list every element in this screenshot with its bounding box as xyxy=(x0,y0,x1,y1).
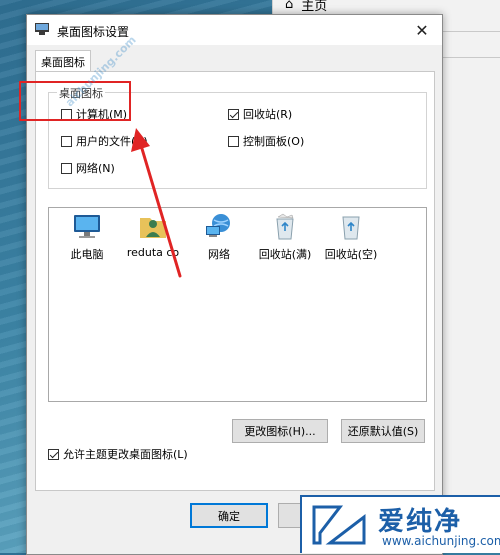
icon-item-network[interactable]: 网络 xyxy=(183,210,255,262)
change-icon-button[interactable]: 更改图标(H)... xyxy=(232,419,328,443)
checkbox-box[interactable] xyxy=(61,135,72,147)
recycle-bin-checkbox[interactable]: 回收站(R) xyxy=(228,106,292,122)
close-button[interactable]: ✕ xyxy=(402,15,442,45)
brand-name: 爱纯净 xyxy=(378,507,463,537)
restore-default-button[interactable]: 还原默认值(S) xyxy=(341,419,425,443)
brand-url: www.aichunjing.com xyxy=(382,534,500,548)
computer-icon xyxy=(74,215,100,238)
tab-desktop-icons[interactable]: 桌面图标 xyxy=(35,50,91,72)
tab-panel: 桌面图标 计算机(M) 回收站(R) 用户的文件(U) 控制面板(O) 网络(N… xyxy=(35,71,435,491)
icon-label: 回收站(满) xyxy=(258,248,312,261)
icon-item-this-pc[interactable]: 此电脑 xyxy=(51,210,123,262)
close-icon: ✕ xyxy=(415,20,429,40)
icon-item-recycle-bin-full[interactable]: 回收站(满) xyxy=(249,210,321,262)
checkbox-box[interactable] xyxy=(48,448,59,460)
checkbox-box[interactable] xyxy=(228,135,239,147)
user-folder-icon xyxy=(140,218,166,238)
checkbox-box[interactable] xyxy=(228,108,239,120)
dialog-title: 桌面图标设置 xyxy=(57,25,130,39)
icon-label: reduta co xyxy=(126,246,180,259)
recycle-bin-full-icon xyxy=(276,213,294,240)
user-files-checkbox[interactable]: 用户的文件(U) xyxy=(61,133,148,149)
ok-button[interactable]: 确定 xyxy=(190,503,268,528)
icon-item-recycle-bin-empty[interactable]: 回收站(空) xyxy=(315,210,387,262)
home-nav-item[interactable]: ⌂ 主页 xyxy=(285,0,327,14)
checkbox-label: 允许主题更改桌面图标(L) xyxy=(63,448,188,461)
checkbox-label: 网络(N) xyxy=(76,162,115,175)
checkbox-label: 回收站(R) xyxy=(243,108,293,121)
home-icon: ⌂ xyxy=(285,0,294,12)
icon-list[interactable]: 此电脑 reduta co 网络 回收站(满) 回收站(空) xyxy=(48,207,427,402)
icon-label: 此电脑 xyxy=(70,248,104,261)
allow-themes-checkbox[interactable]: 允许主题更改桌面图标(L) xyxy=(48,446,188,462)
checkbox-box[interactable] xyxy=(61,162,72,174)
title-bar: 桌面图标设置 ✕ xyxy=(27,15,442,45)
network-checkbox[interactable]: 网络(N) xyxy=(61,160,115,176)
checkbox-label: 用户的文件(U) xyxy=(76,135,148,148)
recycle-bin-empty-icon xyxy=(342,216,360,240)
icon-item-user-files[interactable]: reduta co xyxy=(117,210,189,259)
network-icon xyxy=(206,214,230,237)
settings-app-icon xyxy=(35,23,49,35)
icon-label: 网络 xyxy=(208,248,230,261)
brand-logo-icon xyxy=(312,505,366,545)
control-panel-checkbox[interactable]: 控制面板(O) xyxy=(228,133,304,149)
checkbox-label: 控制面板(O) xyxy=(243,135,305,148)
home-label: 主页 xyxy=(301,0,328,14)
site-logo-badge: 爱纯净 www.aichunjing.com xyxy=(300,495,500,553)
icon-label: 回收站(空) xyxy=(324,248,378,261)
